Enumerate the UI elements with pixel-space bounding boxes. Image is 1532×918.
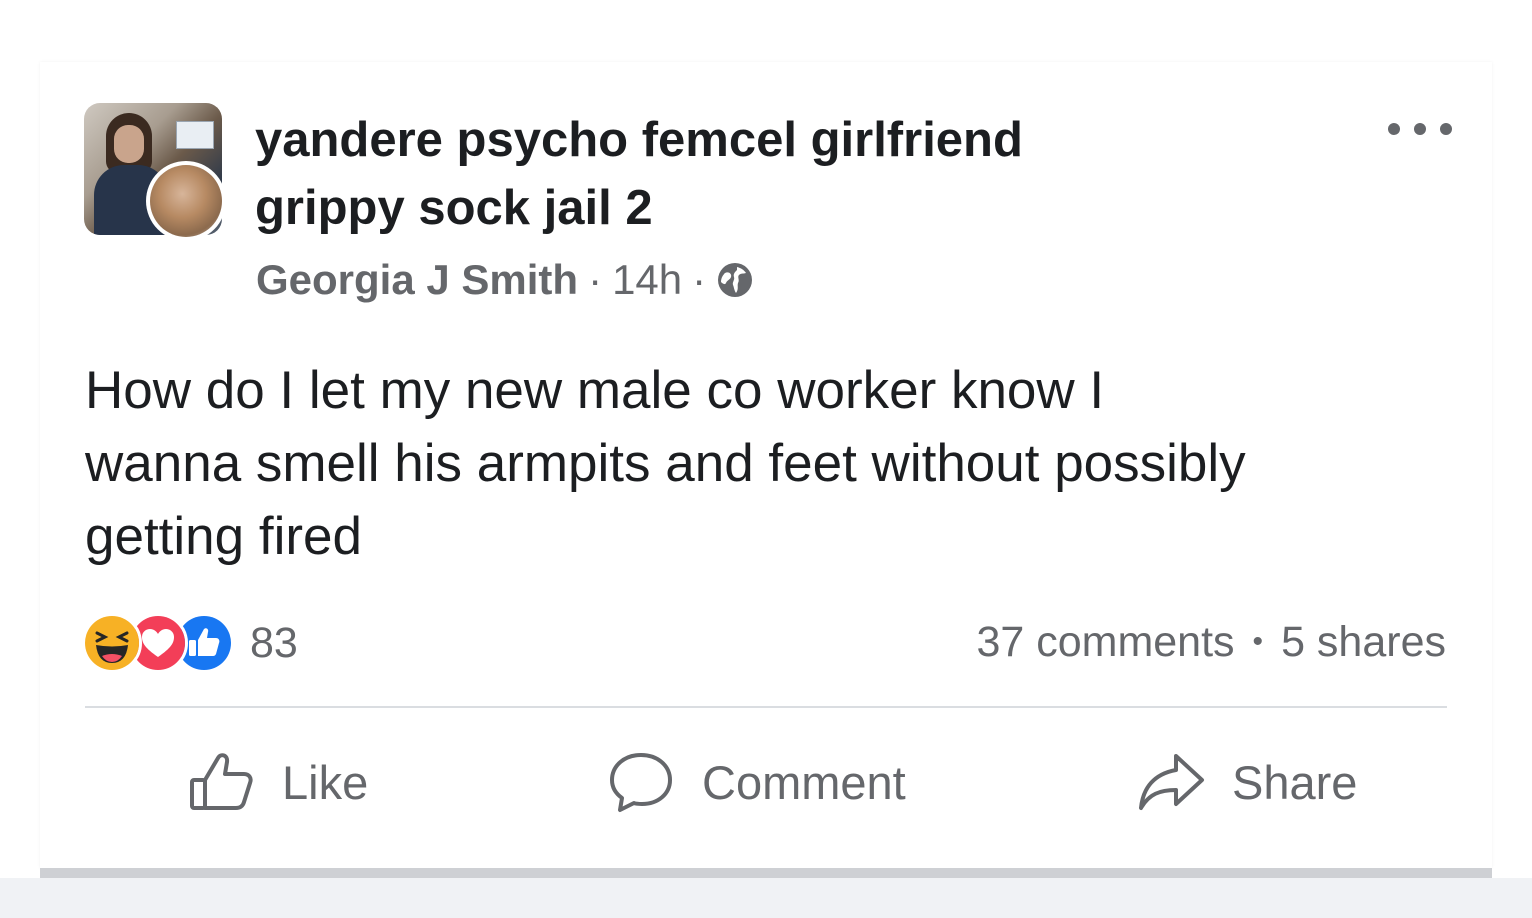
reaction-count[interactable]: 83 [250, 619, 298, 668]
post-stats: 37 comments • 5 shares [976, 612, 1446, 672]
user-avatar[interactable] [146, 161, 226, 241]
share-button[interactable]: Share [1136, 742, 1357, 822]
reactions-summary[interactable]: 83 [82, 613, 298, 673]
like-label: Like [282, 755, 369, 809]
post-time[interactable]: 14h [612, 256, 682, 304]
post-body: How do I let my new male co worker know … [85, 354, 1465, 573]
post-body-line: How do I let my new male co worker know … [85, 361, 1105, 420]
comment-label: Comment [702, 755, 906, 809]
post-avatar[interactable] [84, 103, 226, 241]
like-button[interactable]: Like [188, 742, 368, 822]
post-body-line: wanna smell his armpits and feet without… [85, 434, 1246, 493]
share-arrow-icon [1139, 754, 1204, 810]
comment-button[interactable]: Comment [606, 742, 906, 822]
card-bottom-border [40, 868, 1492, 878]
meta-separator: · [692, 256, 707, 303]
post-body-line: getting fired [85, 507, 362, 566]
author-name[interactable]: Georgia J Smith [256, 256, 578, 304]
group-name-line-2[interactable]: grippy sock jail 2 [255, 174, 1255, 242]
meta-separator: · [588, 256, 603, 303]
group-name-line-1[interactable]: yandere psycho femcel girlfriend [255, 106, 1255, 174]
group-name[interactable]: yandere psycho femcel girlfriend grippy … [255, 106, 1255, 242]
page-footer-background [0, 878, 1532, 918]
shares-count[interactable]: 5 shares [1281, 618, 1446, 667]
stats-separator: • [1252, 625, 1264, 658]
more-options-icon[interactable] [1388, 118, 1452, 140]
comment-icon [610, 753, 672, 812]
thumbs-up-icon [190, 753, 253, 810]
divider [85, 706, 1447, 708]
globe-icon [716, 261, 754, 299]
page-background [0, 0, 1532, 62]
haha-icon [82, 613, 142, 673]
comments-count[interactable]: 37 comments [976, 618, 1234, 667]
post-meta: Georgia J Smith · 14h · [256, 252, 754, 308]
share-label: Share [1232, 755, 1358, 809]
